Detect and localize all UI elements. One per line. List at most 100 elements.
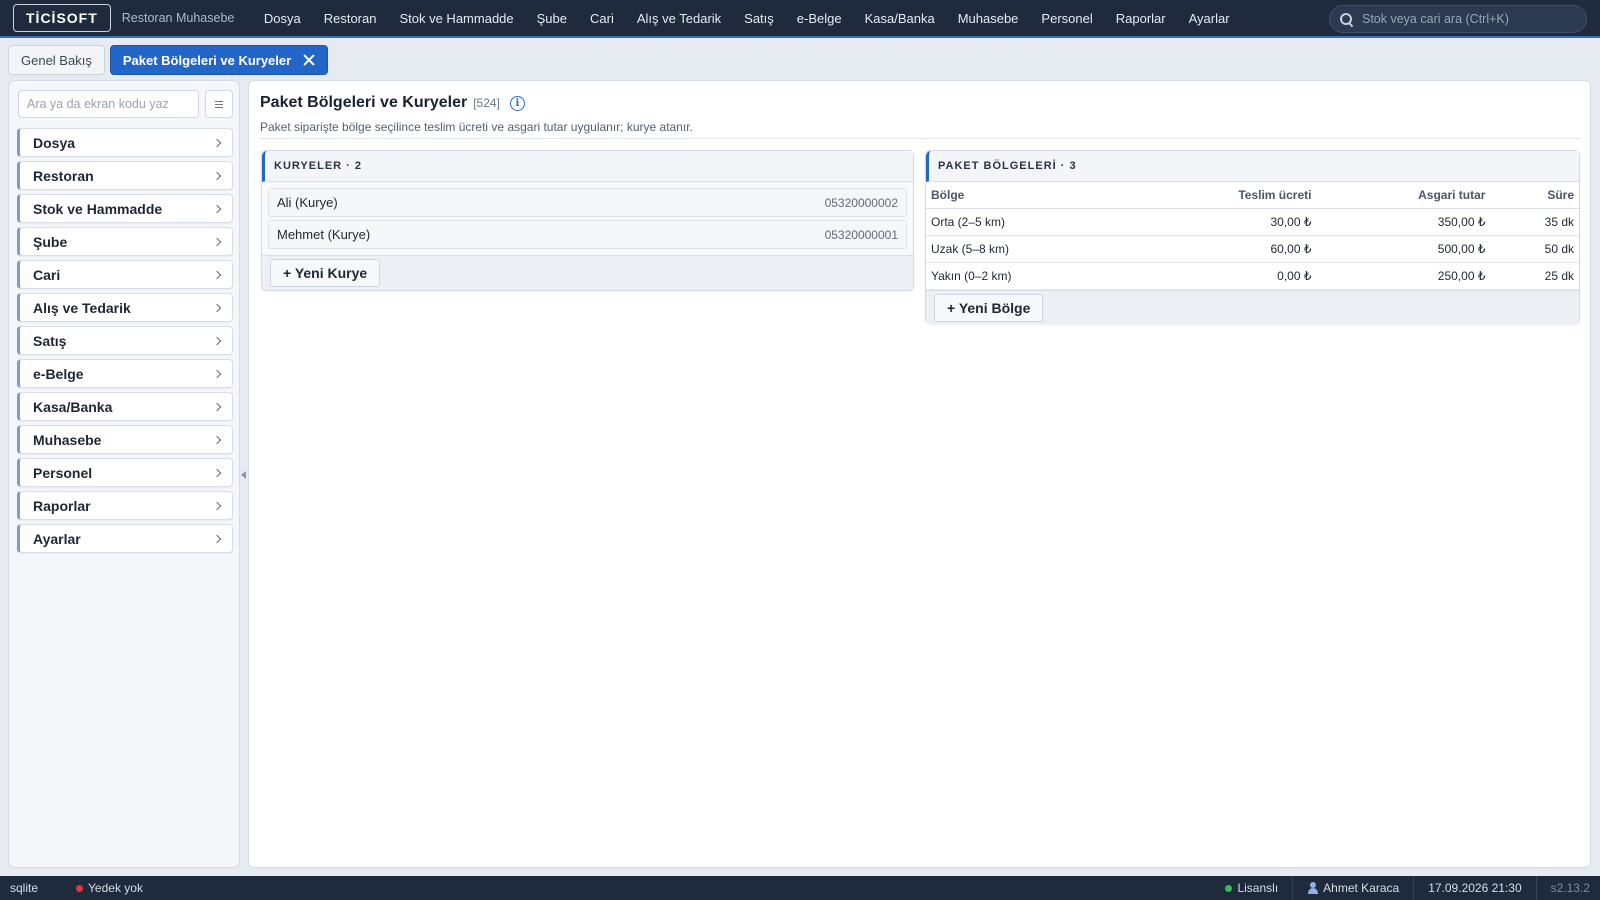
tab-label: Paket Bölgeleri ve Kuryeler	[122, 52, 292, 68]
chevron-right-icon	[212, 138, 222, 147]
chevron-right-icon	[212, 369, 222, 378]
menu-toggle-button[interactable]	[205, 90, 233, 118]
sidebar-item-label: Alış ve Tedarik	[33, 299, 131, 316]
zones-panel-footer: + Yeni Bölge	[926, 289, 1579, 325]
courier-row[interactable]: Mehmet (Kurye) 05320000001	[268, 220, 907, 249]
tab-label: Genel Bakış	[21, 52, 92, 68]
topmenu-item-kasa[interactable]: Kasa/Banka	[853, 0, 946, 36]
current-user-name: Ahmet Karaca	[1323, 881, 1400, 895]
tab-strip: Genel Bakış Paket Bölgeleri ve Kuryeler	[0, 40, 1600, 80]
backup-status-dot-icon	[76, 884, 84, 892]
current-user[interactable]: Ahmet Karaca	[1292, 876, 1413, 900]
sidebar-item-kasa[interactable]: Kasa/Banka	[17, 392, 233, 421]
app-logo[interactable]: TİCİSOFT	[13, 4, 111, 32]
chevron-right-icon	[212, 237, 222, 246]
table-row[interactable]: Orta (2–5 km) 30,00 ₺ 350,00 ₺ 35 dk	[926, 208, 1579, 236]
chevron-right-icon	[212, 336, 222, 345]
courier-name: Ali (Kurye)	[277, 195, 338, 210]
sidebar-item-label: Personel	[33, 464, 93, 481]
license-status: Lisanslı	[1211, 876, 1292, 900]
close-icon[interactable]	[303, 54, 315, 66]
sidebar-search-input[interactable]	[18, 90, 199, 118]
couriers-panel-footer: + Yeni Kurye	[262, 255, 913, 290]
database-status: sqlite	[10, 881, 39, 895]
sidebar-item-ebelge[interactable]: e-Belge	[17, 359, 233, 388]
tab-paket-bolgeleri[interactable]: Paket Bölgeleri ve Kuryeler	[109, 45, 329, 75]
topmenu-item-alis[interactable]: Alış ve Tedarik	[625, 0, 732, 36]
sidebar-item-alis[interactable]: Alış ve Tedarik	[17, 293, 233, 322]
tab-genel-bakis[interactable]: Genel Bakış	[8, 45, 105, 75]
sidebar-item-sube[interactable]: Şube	[17, 227, 233, 256]
topmenu-item-restoran[interactable]: Restoran	[312, 0, 388, 36]
couriers-panel: KURYELER · 2 Ali (Kurye) 05320000002 Meh…	[261, 150, 914, 291]
couriers-panel-header: KURYELER · 2	[262, 151, 913, 182]
sidebar-item-label: Raporlar	[33, 497, 91, 514]
sidebar-item-label: Kasa/Banka	[33, 398, 113, 415]
global-search[interactable]	[1329, 5, 1587, 33]
zone-min-amount: 350,00 ₺	[1316, 208, 1491, 236]
zones-table: Bölge Teslim ücreti Asgari tutar Süre Or…	[926, 182, 1579, 290]
zones-panel-header: PAKET BÖLGELERİ · 3	[926, 151, 1579, 182]
topmenu-item-sube[interactable]: Şube	[525, 0, 578, 36]
column-header-sure[interactable]: Süre	[1490, 182, 1579, 209]
app-subtitle: Restoran Muhasebe	[121, 11, 235, 25]
column-header-asgari-tutar[interactable]: Asgari tutar	[1316, 182, 1491, 209]
sidebar-search-row	[18, 90, 239, 118]
topmenu-item-personel[interactable]: Personel	[1030, 0, 1104, 36]
add-courier-button[interactable]: + Yeni Kurye	[270, 259, 381, 287]
topmenu-item-satis[interactable]: Satış	[733, 0, 786, 36]
sidebar-item-personel[interactable]: Personel	[17, 458, 233, 487]
table-row[interactable]: Uzak (5–8 km) 60,00 ₺ 500,00 ₺ 50 dk	[926, 235, 1579, 263]
topmenu-item-cari[interactable]: Cari	[579, 0, 626, 36]
app-version: s2.13.2	[1535, 876, 1600, 900]
zone-duration: 50 dk	[1490, 235, 1579, 263]
add-zone-button[interactable]: + Yeni Bölge	[934, 293, 1044, 322]
courier-list: Ali (Kurye) 05320000002 Mehmet (Kurye) 0…	[262, 182, 913, 255]
current-datetime: 17.09.2026 21:30	[1413, 876, 1535, 900]
global-search-input[interactable]	[1362, 12, 1572, 26]
sidebar-item-raporlar[interactable]: Raporlar	[17, 491, 233, 520]
title-row: Paket Bölgeleri ve Kuryeler [524] i	[260, 92, 1580, 114]
topmenu-item-ayarlar[interactable]: Ayarlar	[1177, 0, 1241, 36]
chevron-right-icon	[212, 468, 222, 477]
topmenu-item-dosya[interactable]: Dosya	[252, 0, 312, 36]
chevron-right-icon	[212, 501, 222, 510]
zones-panel: PAKET BÖLGELERİ · 3 Bölge Teslim ücreti …	[925, 150, 1580, 325]
sidebar-item-label: Ayarlar	[33, 530, 81, 547]
table-row[interactable]: Yakın (0–2 km) 0,00 ₺ 250,00 ₺ 25 dk	[926, 262, 1579, 290]
topmenu-item-muhasebe[interactable]: Muhasebe	[946, 0, 1030, 36]
chevron-right-icon	[212, 270, 222, 279]
sidebar-item-label: Restoran	[33, 167, 94, 184]
topmenu-item-ebelge[interactable]: e-Belge	[785, 0, 853, 36]
top-menu-bar: TİCİSOFT Restoran Muhasebe Dosya Restora…	[0, 0, 1600, 38]
info-icon[interactable]: i	[509, 95, 525, 111]
sidebar-item-cari[interactable]: Cari	[17, 260, 233, 289]
search-icon	[1340, 13, 1352, 25]
zone-min-amount: 500,00 ₺	[1316, 235, 1491, 263]
license-status-dot-icon	[1225, 884, 1233, 892]
courier-phone: 05320000001	[824, 227, 898, 242]
topmenu-item-raporlar[interactable]: Raporlar	[1104, 0, 1177, 36]
sidebar-collapse-handle[interactable]	[240, 470, 246, 480]
sidebar-item-label: e-Belge	[33, 365, 84, 382]
sidebar-item-muhasebe[interactable]: Muhasebe	[17, 425, 233, 454]
column-header-teslim-ucreti[interactable]: Teslim ücreti	[1129, 182, 1317, 209]
chevron-right-icon	[212, 534, 222, 543]
sidebar-item-stok[interactable]: Stok ve Hammadde	[17, 194, 233, 223]
column-header-bolge[interactable]: Bölge	[926, 182, 1130, 209]
topmenu-item-stok[interactable]: Stok ve Hammadde	[388, 0, 525, 36]
courier-name: Mehmet (Kurye)	[277, 227, 371, 242]
sidebar-item-satis[interactable]: Satış	[17, 326, 233, 355]
sidebar-item-label: Cari	[33, 266, 61, 283]
sidebar-item-dosya[interactable]: Dosya	[17, 128, 233, 157]
sidebar-item-ayarlar[interactable]: Ayarlar	[17, 524, 233, 553]
sidebar-item-restoran[interactable]: Restoran	[17, 161, 233, 190]
zone-duration: 25 dk	[1490, 262, 1579, 290]
screen-code: [524]	[473, 96, 500, 110]
courier-row[interactable]: Ali (Kurye) 05320000002	[268, 188, 907, 217]
page-title: Paket Bölgeleri ve Kuryeler	[260, 94, 468, 111]
zone-min-amount: 250,00 ₺	[1316, 262, 1491, 290]
main-content: Paket Bölgeleri ve Kuryeler [524] i Pake…	[248, 80, 1591, 868]
chevron-right-icon	[212, 303, 222, 312]
status-bar-right: Lisanslı Ahmet Karaca 17.09.2026 21:30 s…	[1211, 876, 1600, 900]
